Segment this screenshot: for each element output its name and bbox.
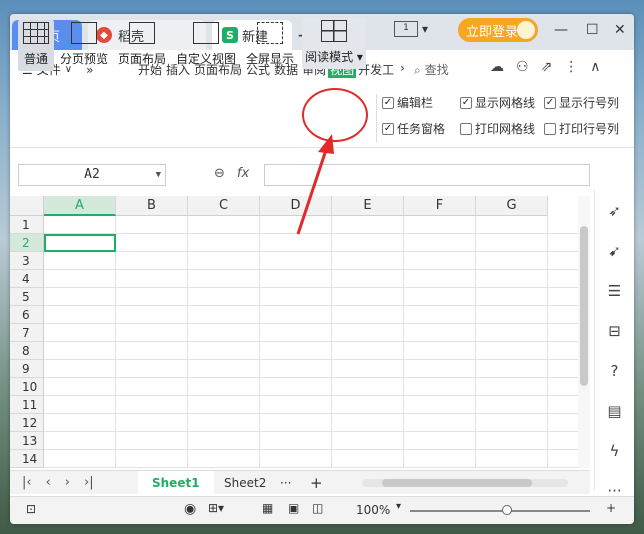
wps-window: 首页 ◆ 稻壳 S 新建 + 1 ▾ 立即登录 — ☐ ✕ ☰ 文件 ∨ » 开…	[10, 14, 634, 524]
annotation-arrow	[296, 134, 334, 235]
